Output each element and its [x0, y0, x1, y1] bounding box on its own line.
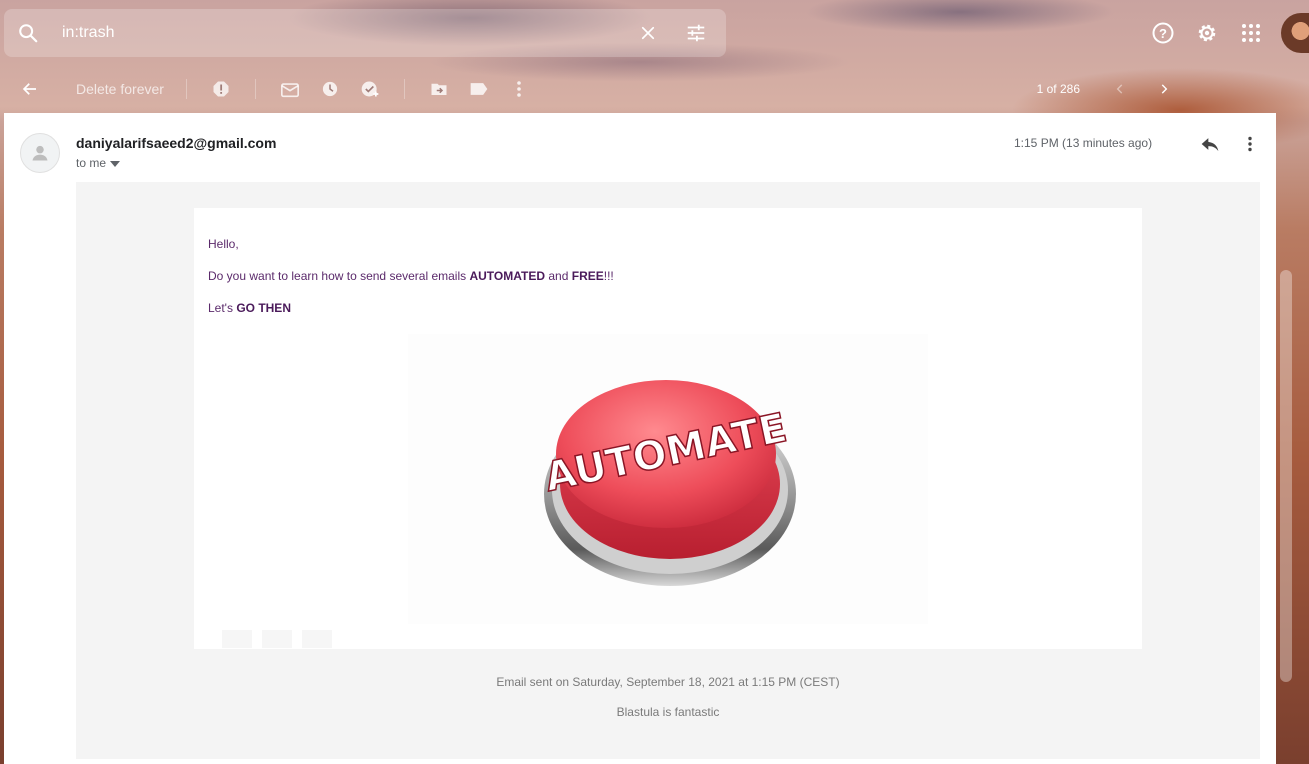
- body-text: Do you want to learn how to send several…: [208, 269, 470, 283]
- body-text: !!!: [603, 269, 614, 283]
- settings-icon[interactable]: [1187, 13, 1227, 53]
- mark-unread-icon[interactable]: [270, 69, 310, 109]
- top-bar: ?: [0, 0, 1309, 64]
- sender-address[interactable]: daniyalarifsaeed2@gmail.com: [76, 135, 276, 151]
- body-line-2: Let's GO THEN: [208, 301, 291, 315]
- apps-icon[interactable]: [1231, 13, 1271, 53]
- add-task-icon[interactable]: [350, 69, 390, 109]
- faint-placeholder: [262, 630, 292, 648]
- emphasis-text: AUTOMATED: [469, 269, 546, 283]
- reply-icon[interactable]: [1194, 128, 1226, 160]
- more-icon[interactable]: [499, 69, 539, 109]
- snooze-icon[interactable]: [310, 69, 350, 109]
- pagination-count: 1 of 286: [1036, 82, 1080, 96]
- older-icon[interactable]: [1144, 69, 1184, 109]
- emphasis-text: FREE: [571, 269, 604, 283]
- greeting-text: Hello,: [208, 237, 239, 251]
- move-to-icon[interactable]: [419, 69, 459, 109]
- body-text: and: [545, 269, 572, 283]
- message-panel: daniyalarifsaeed2@gmail.com to me 1:15 P…: [4, 113, 1276, 764]
- toolbar-divider: [254, 79, 256, 99]
- account-controls: ?: [1143, 13, 1309, 53]
- faint-placeholder: [302, 630, 332, 648]
- recipient-label: to me: [76, 156, 107, 170]
- scrollbar[interactable]: [1280, 270, 1292, 682]
- faint-placeholder: [222, 630, 252, 648]
- pagination: 1 of 286: [1037, 66, 1184, 112]
- back-icon[interactable]: [10, 69, 50, 109]
- newer-icon[interactable]: [1100, 69, 1140, 109]
- search-bar: [4, 9, 726, 57]
- recipient-details[interactable]: to me: [76, 156, 121, 170]
- email-content-card: Hello, Do you want to learn how to send …: [194, 208, 1142, 649]
- tagline-footer: Blastula is fantastic: [616, 705, 720, 719]
- person-icon[interactable]: [20, 133, 60, 173]
- search-input[interactable]: [52, 24, 624, 42]
- emphasis-text: GO THEN: [236, 301, 291, 315]
- search-options-icon[interactable]: [672, 9, 720, 57]
- message-more-icon[interactable]: [1234, 128, 1266, 160]
- toolbar-divider: [185, 79, 187, 99]
- sent-date-footer: Email sent on Saturday, September 18, 20…: [496, 675, 840, 689]
- clear-icon[interactable]: [624, 9, 672, 57]
- body-text: Let's: [208, 301, 237, 315]
- svg-text:?: ?: [1159, 26, 1167, 41]
- search-icon[interactable]: [4, 9, 52, 57]
- help-icon[interactable]: ?: [1143, 13, 1183, 53]
- account-avatar[interactable]: [1281, 13, 1309, 53]
- dropdown-icon[interactable]: [110, 156, 121, 170]
- report-spam-icon[interactable]: [201, 69, 241, 109]
- message-time: 1:15 PM (13 minutes ago): [1014, 136, 1153, 150]
- toolbar-divider: [403, 79, 405, 99]
- message-toolbar: Delete forever 1 of 286: [0, 66, 1280, 112]
- email-body: Hello, Do you want to learn how to send …: [76, 182, 1260, 759]
- automate-button-image: AUTOMATE: [408, 334, 928, 624]
- label-icon[interactable]: [459, 69, 499, 109]
- delete-forever-button[interactable]: Delete forever: [68, 81, 172, 97]
- body-line-1: Do you want to learn how to send several…: [208, 269, 614, 283]
